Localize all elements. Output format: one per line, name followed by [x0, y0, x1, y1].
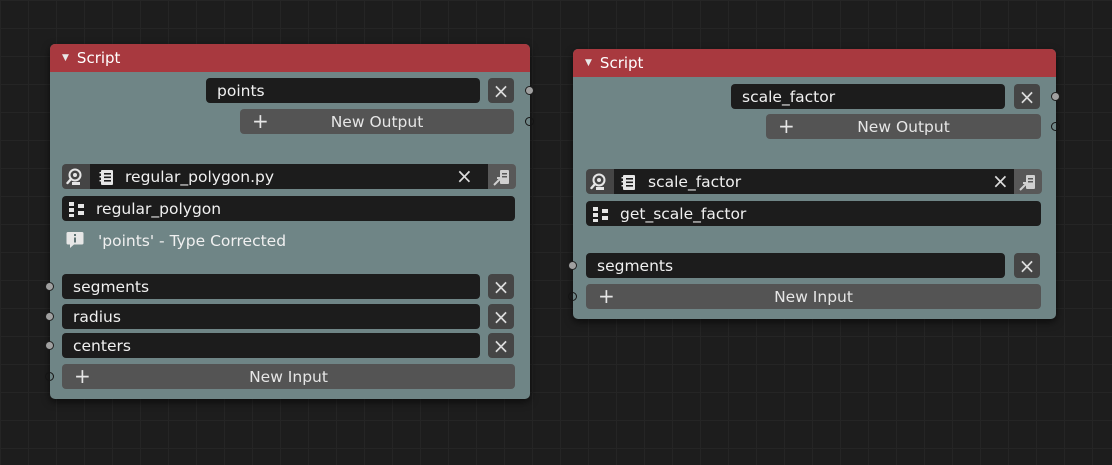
input-socket-name-field[interactable]: segments	[586, 253, 1005, 278]
open-file-button[interactable]	[488, 164, 516, 189]
script-node-1[interactable]: ▼ Script points × + New Output regular_p…	[45, 44, 534, 399]
output-socket-name-field[interactable]: points	[206, 78, 480, 103]
output-socket[interactable]	[525, 86, 534, 95]
plus-icon: +	[598, 284, 615, 308]
text-document-icon	[99, 169, 113, 185]
input-name: segments	[597, 256, 674, 275]
plus-icon: +	[74, 364, 91, 388]
input-name: centers	[73, 336, 131, 355]
script-function-name: get_scale_factor	[620, 204, 747, 223]
node-title: Script	[76, 49, 121, 67]
script-node-2[interactable]: ▼ Script scale_factor × + New Output sca…	[568, 49, 1060, 319]
node-title: Script	[599, 54, 644, 72]
remove-output-button[interactable]: ×	[488, 78, 514, 103]
close-icon: ×	[492, 304, 510, 329]
output-name: points	[217, 81, 265, 100]
remove-input-button[interactable]: ×	[1014, 253, 1040, 278]
node-tree-icon	[593, 206, 608, 222]
input-socket[interactable]	[568, 261, 577, 270]
clear-script-icon[interactable]: ×	[456, 164, 473, 189]
input-socket-name-field[interactable]: radius	[62, 304, 480, 329]
close-icon: ×	[1018, 253, 1036, 278]
file-arrow-icon	[493, 169, 509, 186]
new-input-label: New Input	[249, 367, 328, 386]
new-output-label: New Output	[857, 117, 950, 136]
clear-script-icon[interactable]: ×	[992, 169, 1009, 194]
script-file-name: scale_factor	[648, 172, 742, 191]
text-document-icon	[621, 174, 635, 190]
remove-input-button[interactable]: ×	[488, 304, 514, 329]
open-file-button[interactable]	[1014, 169, 1042, 194]
input-socket-name-field[interactable]: segments	[62, 274, 480, 299]
collapse-arrow-icon[interactable]: ▼	[585, 58, 592, 68]
node-header[interactable]: ▼ Script	[573, 49, 1056, 77]
browse-script-button[interactable]	[62, 164, 90, 189]
search-gear-icon	[590, 173, 606, 190]
input-socket-name-field[interactable]: centers	[62, 333, 480, 358]
output-socket[interactable]	[1051, 92, 1060, 101]
browse-script-button[interactable]	[586, 169, 614, 194]
script-function-name: regular_polygon	[96, 199, 222, 218]
close-icon: ×	[492, 333, 510, 358]
output-socket-name-field[interactable]: scale_factor	[731, 84, 1005, 109]
script-function-field[interactable]: regular_polygon	[62, 196, 515, 221]
input-name: radius	[73, 307, 121, 326]
new-output-label: New Output	[330, 112, 424, 131]
new-input-button[interactable]: + New Input	[586, 284, 1041, 309]
new-output-button[interactable]: + New Output	[240, 109, 514, 134]
search-gear-icon	[66, 168, 82, 185]
virtual-output-socket[interactable]	[1051, 122, 1060, 131]
input-socket[interactable]	[45, 282, 54, 291]
new-input-button[interactable]: + New Input	[62, 364, 515, 389]
virtual-output-socket[interactable]	[525, 117, 534, 126]
new-input-label: New Input	[774, 287, 853, 306]
input-name: segments	[73, 277, 150, 296]
input-socket[interactable]	[45, 312, 54, 321]
info-icon	[66, 232, 84, 248]
virtual-input-socket[interactable]	[45, 372, 54, 381]
node-header[interactable]: ▼ Script	[50, 44, 530, 72]
remove-input-button[interactable]: ×	[488, 333, 514, 358]
output-name: scale_factor	[742, 87, 836, 106]
remove-output-button[interactable]: ×	[1014, 84, 1040, 109]
remove-input-button[interactable]: ×	[488, 274, 514, 299]
script-file-field[interactable]: regular_polygon.py ×	[90, 164, 488, 189]
info-message: 'points' - Type Corrected	[98, 232, 287, 250]
new-output-button[interactable]: + New Output	[766, 114, 1041, 139]
plus-icon: +	[252, 109, 269, 133]
file-arrow-icon	[1019, 174, 1035, 191]
close-icon: ×	[1018, 84, 1036, 109]
script-file-field[interactable]: scale_factor ×	[614, 169, 1014, 194]
plus-icon: +	[778, 114, 795, 138]
script-file-name: regular_polygon.py	[125, 167, 275, 186]
input-socket[interactable]	[45, 341, 54, 350]
script-function-field[interactable]: get_scale_factor	[586, 201, 1041, 226]
close-icon: ×	[492, 274, 510, 299]
virtual-input-socket[interactable]	[568, 292, 577, 301]
close-icon: ×	[492, 78, 510, 103]
collapse-arrow-icon[interactable]: ▼	[62, 53, 69, 63]
node-tree-icon	[69, 201, 84, 217]
